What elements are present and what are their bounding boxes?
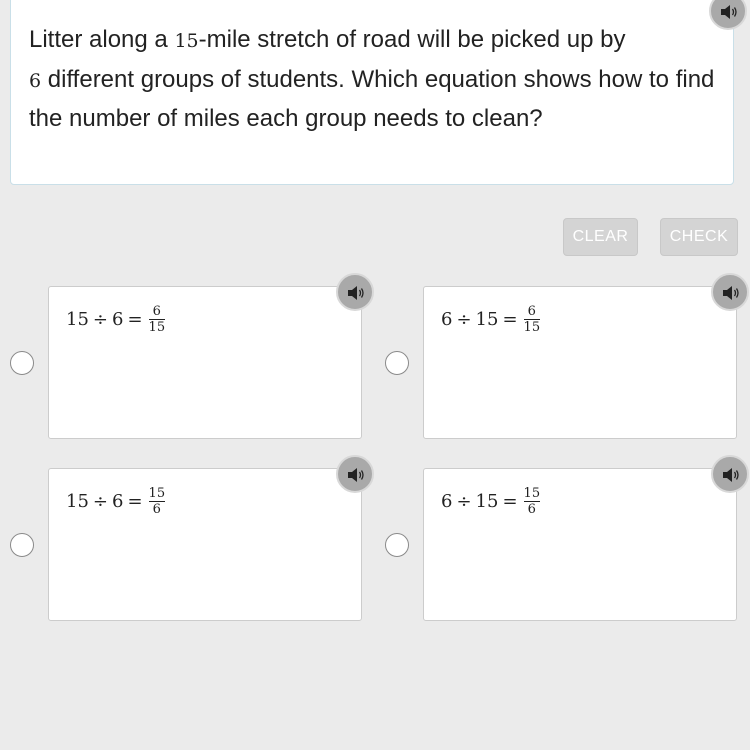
equals-sign: =: [502, 491, 518, 512]
divide-sign: ÷: [92, 309, 108, 330]
fraction-numerator: 6: [152, 304, 161, 319]
option-2-radio[interactable]: [385, 351, 409, 375]
question-text-part: Litter along a: [29, 26, 175, 53]
option-1-audio-button[interactable]: [336, 273, 374, 311]
question-number: 15: [174, 30, 199, 52]
option-4-audio-button[interactable]: [711, 455, 749, 493]
question-number: 6: [29, 69, 42, 92]
speaker-icon: [723, 468, 739, 482]
divide-sign: ÷: [92, 491, 108, 512]
question-text-part: -mile stretch of road will be picked up …: [198, 26, 626, 53]
equation-fraction: 6 15: [148, 304, 166, 335]
option-1-equation: 15 ÷ 6 = 6 15: [66, 304, 166, 335]
equals-sign: =: [502, 309, 518, 330]
equation-dividend: 6: [441, 309, 453, 330]
fraction-numerator: 15: [523, 486, 541, 501]
equals-sign: =: [127, 491, 143, 512]
option-3-audio-button[interactable]: [336, 455, 374, 493]
option-2-equation: 6 ÷ 15 = 6 15: [441, 304, 541, 335]
fraction-denominator: 6: [527, 502, 536, 517]
equation-divisor: 15: [475, 309, 499, 330]
equation-divisor: 6: [112, 309, 124, 330]
equation-dividend: 15: [66, 491, 89, 512]
fraction-denominator: 6: [152, 502, 161, 517]
fraction-denominator: 15: [148, 320, 166, 335]
speaker-icon: [721, 5, 737, 19]
option-3-radio[interactable]: [10, 533, 34, 557]
divide-sign: ÷: [456, 309, 472, 330]
divide-sign: ÷: [456, 491, 472, 512]
option-3-equation: 15 ÷ 6 = 15 6: [66, 486, 166, 517]
equation-fraction: 15 6: [148, 486, 166, 517]
equation-fraction: 15 6: [523, 486, 541, 517]
speaker-icon: [723, 286, 739, 300]
option-1-card[interactable]: 15 ÷ 6 = 6 15: [48, 286, 362, 439]
option-2-card[interactable]: 6 ÷ 15 = 6 15: [423, 286, 737, 439]
fraction-numerator: 6: [527, 304, 536, 319]
option-4-radio[interactable]: [385, 533, 409, 557]
question-text-part: different groups of students. Which equa…: [29, 65, 715, 133]
equation-divisor: 6: [112, 491, 124, 512]
option-4-equation: 6 ÷ 15 = 15 6: [441, 486, 541, 517]
option-2-audio-button[interactable]: [711, 273, 749, 311]
fraction-numerator: 15: [148, 486, 166, 501]
equals-sign: =: [127, 309, 143, 330]
question-text: Litter along a 15-mile stretch of road w…: [29, 21, 719, 138]
clear-button[interactable]: CLEAR: [563, 218, 638, 256]
question-card: Litter along a 15-mile stretch of road w…: [10, 0, 734, 185]
equation-divisor: 15: [475, 491, 499, 512]
option-4-card[interactable]: 6 ÷ 15 = 15 6: [423, 468, 737, 621]
check-button[interactable]: CHECK: [660, 218, 738, 256]
speaker-icon: [348, 286, 364, 300]
option-3-card[interactable]: 15 ÷ 6 = 15 6: [48, 468, 362, 621]
speaker-icon: [348, 468, 364, 482]
option-1-radio[interactable]: [10, 351, 34, 375]
fraction-denominator: 15: [523, 320, 541, 335]
equation-fraction: 6 15: [523, 304, 541, 335]
equation-dividend: 15: [66, 309, 89, 330]
equation-dividend: 6: [441, 491, 453, 512]
